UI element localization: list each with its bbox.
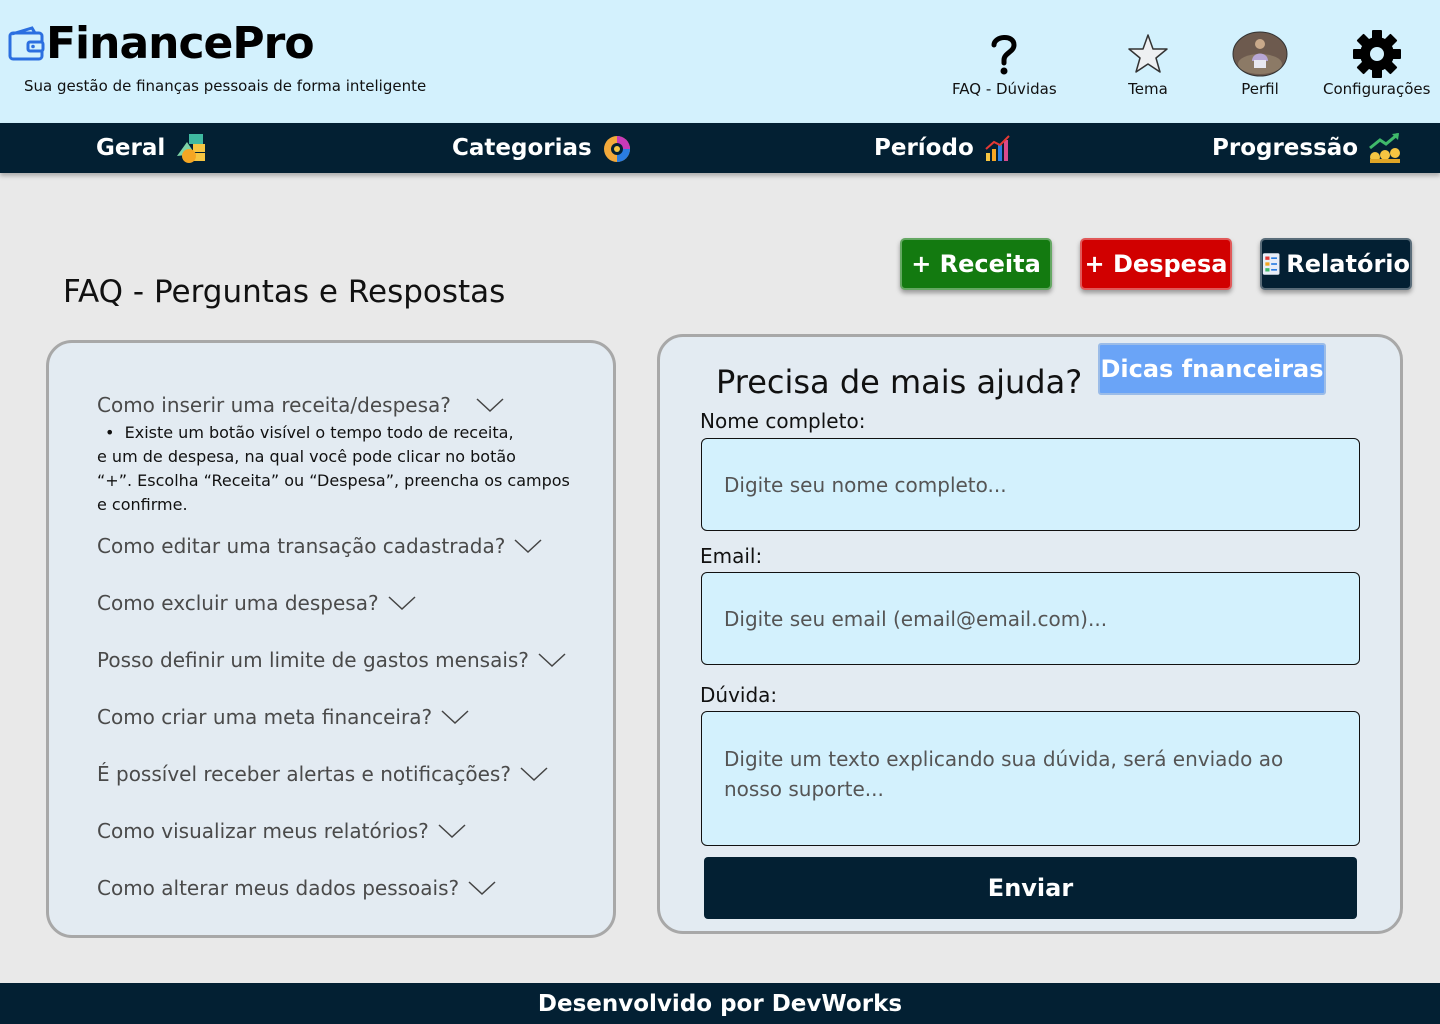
faq-question: É possível receber alertas e notificaçõe… (97, 762, 511, 786)
send-button[interactable]: Enviar (704, 857, 1357, 919)
nav-item-progressao[interactable]: Progressão (1212, 123, 1402, 173)
wallet-icon (8, 26, 45, 61)
faq-item[interactable]: Como inserir uma receita/despesa? (97, 393, 525, 417)
theme-link[interactable]: Tema (1127, 30, 1169, 98)
report-icon (1262, 253, 1280, 275)
nav-label-periodo: Período (874, 135, 974, 161)
profile-label: Perfil (1241, 80, 1279, 98)
profile-link[interactable]: Perfil (1232, 30, 1288, 98)
chevron-down-icon (476, 398, 504, 413)
main-nav: Geral Categorias Período Progressão (0, 123, 1440, 173)
faq-item[interactable]: Posso definir um limite de gastos mensai… (97, 648, 567, 672)
faq-item[interactable]: É possível receber alertas e notificaçõe… (97, 762, 549, 786)
brand-name: FinancePro (46, 18, 315, 69)
chevron-down-icon (468, 881, 496, 896)
help-form-panel: Precisa de mais ajuda? Dicas fnanceiras … (657, 334, 1403, 934)
question-label: Dúvida: (700, 683, 778, 707)
nav-item-categorias[interactable]: Categorias (452, 123, 634, 173)
faq-question: Como criar uma meta financeira? (97, 705, 433, 729)
theme-label: Tema (1128, 80, 1168, 98)
faq-question: Como alterar meus dados pessoais? (97, 876, 460, 900)
settings-link[interactable]: Configurações (1323, 30, 1430, 98)
faq-question: Como editar uma transação cadastrada? (97, 534, 506, 558)
question-textarea[interactable]: Digite um texto explicando sua dúvida, s… (701, 711, 1360, 846)
nav-item-periodo[interactable]: Período (874, 123, 1012, 173)
pie-chart-icon (603, 136, 630, 162)
faq-panel: Como inserir uma receita/despesa? • Exis… (46, 340, 616, 938)
report-button[interactable]: Relatório (1260, 238, 1412, 290)
email-label: Email: (700, 544, 763, 568)
faq-answer: • Existe um botão visível o tempo todo d… (97, 421, 577, 517)
faq-question: Como excluir uma despesa? (97, 591, 379, 615)
nav-item-geral[interactable]: Geral (96, 123, 207, 173)
faq-question: Como inserir uma receita/despesa? (97, 393, 451, 417)
footer: Desenvolvido por DevWorks (0, 983, 1440, 1024)
chevron-down-icon (514, 539, 542, 554)
faq-label: FAQ - Dúvidas (952, 80, 1057, 98)
faq-answer-line: Existe um botão visível o tempo todo de … (124, 423, 514, 442)
faq-answer-line: e um de despesa, na qual você pode clica… (97, 447, 516, 466)
faq-item[interactable]: Como excluir uma despesa? (97, 591, 417, 615)
settings-label: Configurações (1323, 80, 1431, 98)
chevron-down-icon (441, 710, 469, 725)
chevron-down-icon (388, 596, 416, 611)
help-title: Precisa de mais ajuda? (716, 363, 1083, 401)
logo[interactable]: FinancePro (8, 18, 315, 69)
faq-answer-line: e confirme. (97, 495, 188, 514)
add-income-button[interactable]: + Receita (900, 238, 1052, 290)
question-placeholder-line: nosso suporte... (724, 777, 884, 801)
star-icon (1127, 30, 1169, 78)
growth-chart-icon (1369, 132, 1401, 163)
chevron-down-icon (538, 653, 566, 668)
app-header: FinancePro Sua gestão de finanças pessoa… (0, 0, 1440, 123)
chevron-down-icon (438, 824, 466, 839)
coins-icon (177, 134, 206, 163)
question-icon (989, 30, 1019, 78)
question-placeholder-line: Digite um texto explicando sua dúvida, s… (724, 747, 1284, 771)
avatar (1232, 30, 1288, 78)
tagline: Sua gestão de finanças pessoais de forma… (24, 77, 427, 95)
bar-chart-icon (985, 135, 1010, 161)
faq-item[interactable]: Como editar uma transação cadastrada? (97, 534, 543, 558)
name-field[interactable]: Digite seu nome completo... (701, 438, 1360, 531)
email-field[interactable]: Digite seu email (email@email.com)... (701, 572, 1360, 665)
footer-text: Desenvolvido por DevWorks (537, 990, 903, 1017)
nav-label-progressao: Progressão (1212, 135, 1359, 161)
chevron-down-icon (520, 767, 548, 782)
add-expense-button[interactable]: + Despesa (1080, 238, 1232, 290)
faq-item[interactable]: Como alterar meus dados pessoais? (97, 876, 497, 900)
faq-answer-line: “+”. Escolha “Receita” ou “Despesa”, pre… (97, 471, 570, 490)
report-label: Relatório (1286, 250, 1410, 278)
gear-icon (1352, 30, 1402, 78)
name-label: Nome completo: (700, 409, 866, 433)
page-title: FAQ - Perguntas e Respostas (63, 274, 506, 310)
faq-question: Posso definir um limite de gastos mensai… (97, 648, 529, 672)
faq-question: Como visualizar meus relatórios? (97, 819, 429, 843)
faq-item[interactable]: Como criar uma meta financeira? (97, 705, 470, 729)
financial-tips-button[interactable]: Dicas fnanceiras (1098, 343, 1326, 395)
faq-item[interactable]: Como visualizar meus relatórios? (97, 819, 467, 843)
nav-label-categorias: Categorias (452, 135, 592, 161)
nav-label-geral: Geral (96, 135, 166, 161)
faq-link[interactable]: FAQ - Dúvidas (952, 30, 1057, 98)
